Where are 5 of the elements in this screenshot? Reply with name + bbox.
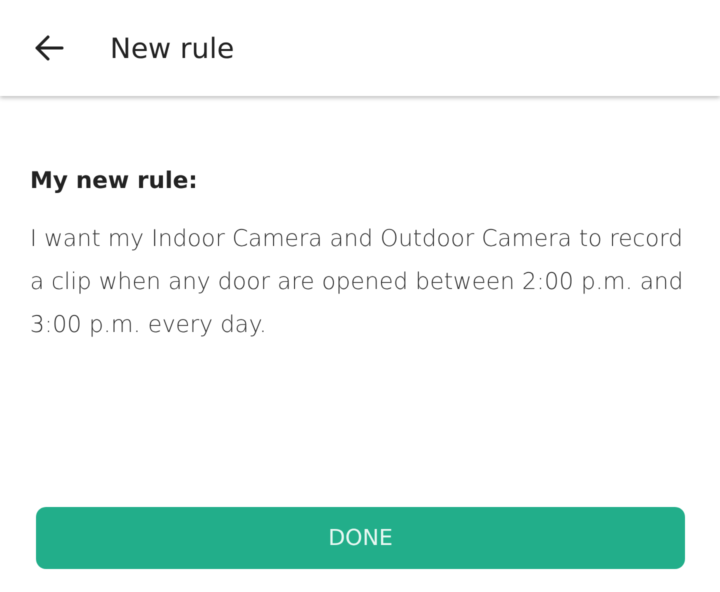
done-button[interactable]: DONE: [36, 507, 685, 569]
rule-heading: My new rule:: [30, 168, 199, 194]
back-arrow-icon: [34, 35, 64, 61]
screen-title: New rule: [110, 32, 234, 64]
rule-description: I want my Indoor Camera and Outdoor Camera to record a clip when any door are opened between 2:00 p.m. and 3:00 p.m. every day.: [30, 225, 684, 340]
